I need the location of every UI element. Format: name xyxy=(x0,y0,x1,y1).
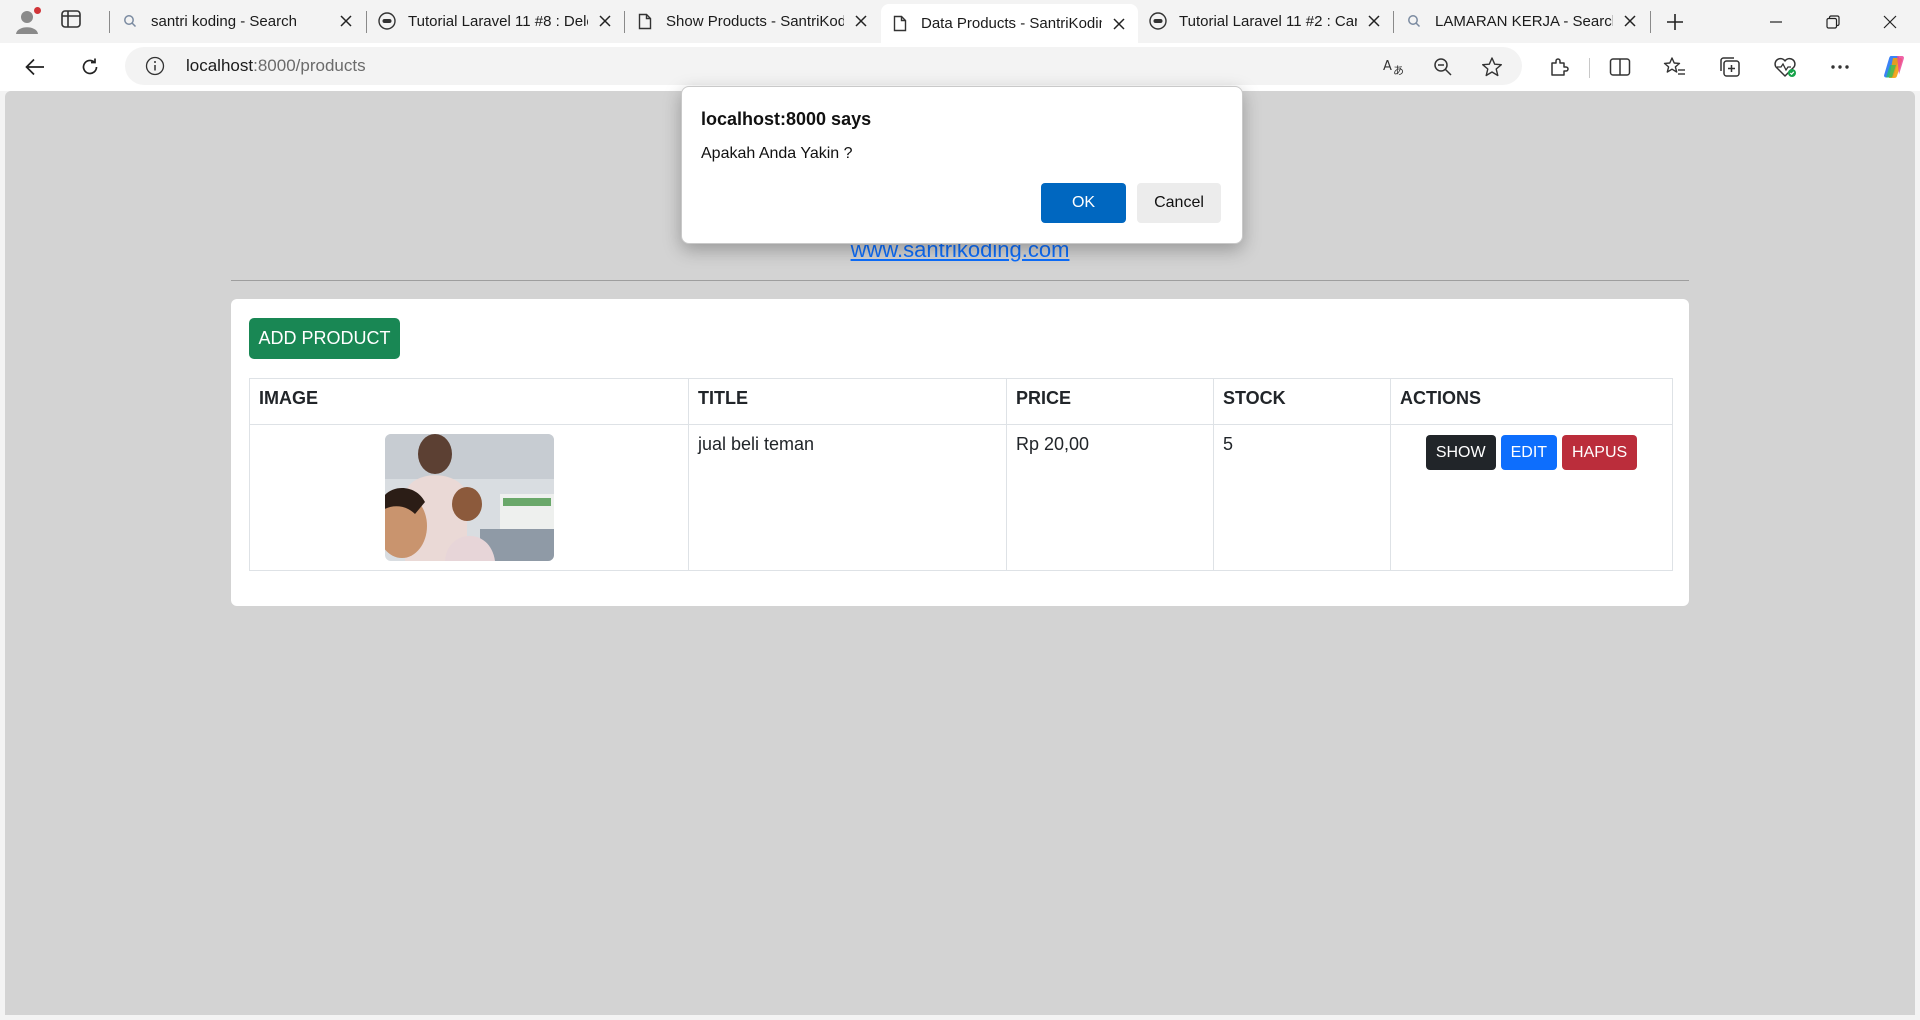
extensions-button[interactable] xyxy=(1541,49,1577,85)
favorites-button[interactable] xyxy=(1657,49,1693,85)
close-tab-icon[interactable] xyxy=(337,12,355,30)
tab-separator xyxy=(1650,11,1651,33)
minimize-icon xyxy=(1770,20,1782,23)
products-table: IMAGE TITLE PRICE STOCK ACTIONS jual bel… xyxy=(249,378,1673,571)
url-path: :8000/products xyxy=(253,56,366,75)
toolbar-separator xyxy=(1589,58,1590,78)
show-button[interactable]: SHOW xyxy=(1425,435,1496,470)
back-button[interactable] xyxy=(17,49,53,85)
cell-image xyxy=(249,424,689,571)
header-price: PRICE xyxy=(1006,378,1214,425)
divider xyxy=(231,280,1689,281)
close-icon xyxy=(1883,15,1897,28)
header-stock: STOCK xyxy=(1213,378,1391,425)
copilot-button[interactable] xyxy=(1876,49,1912,85)
tab-title: LAMARAN KERJA - Search xyxy=(1435,12,1613,30)
split-screen-button[interactable] xyxy=(1602,49,1638,85)
refresh-icon xyxy=(82,58,98,75)
profile-avatar[interactable] xyxy=(12,6,42,36)
header-image: IMAGE xyxy=(249,378,689,425)
close-tab-icon[interactable] xyxy=(1621,12,1639,30)
collections-button[interactable] xyxy=(1712,49,1748,85)
add-product-button[interactable]: ADD PRODUCT xyxy=(249,318,400,359)
address-bar[interactable]: localhost:8000/products Aあ xyxy=(125,47,1522,85)
confirm-dialog: localhost:8000 says Apakah Anda Yakin ? … xyxy=(681,86,1243,244)
tab-actions-button[interactable] xyxy=(60,9,86,33)
notification-dot xyxy=(34,7,41,14)
site-info-icon[interactable] xyxy=(145,56,165,76)
tab-strip: santri koding - Search Tutorial Laravel … xyxy=(0,0,1920,43)
tab-lamaran-search[interactable]: LAMARAN KERJA - Search xyxy=(1395,4,1649,38)
delete-button[interactable]: HAPUS xyxy=(1562,435,1638,470)
url-host: localhost xyxy=(186,56,254,75)
santrikoding-logo-icon xyxy=(1149,12,1167,30)
dialog-message: Apakah Anda Yakin ? xyxy=(701,145,853,162)
cell-price: Rp 20,00 xyxy=(1006,424,1214,571)
browser-essentials-button[interactable] xyxy=(1767,49,1803,85)
close-tab-icon[interactable] xyxy=(1110,15,1128,33)
plus-icon xyxy=(1667,14,1683,30)
browser-toolbar: localhost:8000/products Aあ xyxy=(0,43,1920,91)
svg-text:あ: あ xyxy=(1393,64,1404,76)
minimize-button[interactable] xyxy=(1748,0,1804,43)
heart-pulse-icon xyxy=(1774,57,1796,77)
restore-button[interactable] xyxy=(1805,0,1861,43)
tab-data-products[interactable]: Data Products - SantriKoding xyxy=(881,4,1138,43)
dialog-title: localhost:8000 says xyxy=(701,109,872,129)
read-aloud-icon[interactable]: Aあ xyxy=(1383,56,1405,78)
table-row: jual beli teman Rp 20,00 5 SHOW EDIT HAP… xyxy=(249,424,1673,571)
close-tab-icon[interactable] xyxy=(1365,12,1383,30)
svg-text:A: A xyxy=(1383,59,1392,74)
puzzle-icon xyxy=(1551,58,1569,76)
tab-show-products[interactable]: Show Products - SantriKoding xyxy=(626,4,880,38)
document-icon xyxy=(636,12,654,30)
tab-title: Tutorial Laravel 11 #8 : Delete xyxy=(408,12,588,30)
cell-actions: SHOW EDIT HAPUS xyxy=(1390,424,1673,571)
santrikoding-logo-icon xyxy=(378,12,396,30)
close-window-button[interactable] xyxy=(1862,0,1918,43)
favorite-star-icon[interactable] xyxy=(1481,56,1503,78)
products-card: ADD PRODUCT IMAGE TITLE PRICE STOCK ACTI… xyxy=(231,299,1689,606)
more-dots-icon xyxy=(1831,65,1849,69)
tab-title: Tutorial Laravel 11 #2 : Cara xyxy=(1179,12,1357,30)
collections-icon xyxy=(1720,57,1740,77)
row-actions: SHOW EDIT HAPUS xyxy=(1400,435,1663,470)
cancel-button[interactable]: Cancel xyxy=(1137,183,1221,223)
cell-title: jual beli teman xyxy=(688,424,1007,571)
new-tab-button[interactable] xyxy=(1661,8,1689,36)
zoom-out-icon[interactable] xyxy=(1432,56,1454,78)
tab-laravel-cara[interactable]: Tutorial Laravel 11 #2 : Cara xyxy=(1139,4,1393,38)
edit-button[interactable]: EDIT xyxy=(1500,435,1558,470)
tab-separator xyxy=(109,11,110,33)
header-actions: ACTIONS xyxy=(1390,378,1673,425)
product-image xyxy=(384,434,554,561)
close-tab-icon[interactable] xyxy=(852,12,870,30)
vertical-tabs-icon xyxy=(61,10,81,28)
search-icon xyxy=(121,12,139,30)
back-arrow-icon xyxy=(25,58,44,76)
ok-button[interactable]: OK xyxy=(1041,183,1126,223)
tab-title: santri koding - Search xyxy=(151,12,297,30)
restore-icon xyxy=(1826,14,1840,29)
tab-title: Data Products - SantriKoding xyxy=(921,15,1102,32)
close-tab-icon[interactable] xyxy=(596,12,614,30)
copilot-icon xyxy=(1884,56,1904,78)
url-text[interactable]: localhost:8000/products xyxy=(186,56,366,76)
tab-separator xyxy=(624,11,625,33)
tab-separator xyxy=(1393,11,1394,33)
favorites-list-icon xyxy=(1663,57,1685,75)
search-icon xyxy=(1405,12,1423,30)
tab-laravel-delete[interactable]: Tutorial Laravel 11 #8 : Delete xyxy=(368,4,624,38)
tab-santri-search[interactable]: santri koding - Search xyxy=(111,4,365,38)
tab-separator xyxy=(366,11,367,33)
document-icon xyxy=(891,15,909,33)
cell-stock: 5 xyxy=(1213,424,1391,571)
split-screen-icon xyxy=(1609,58,1631,76)
settings-more-button[interactable] xyxy=(1822,49,1858,85)
refresh-button[interactable] xyxy=(72,49,108,85)
tab-title: Show Products - SantriKoding xyxy=(666,12,844,30)
table-header-row: IMAGE TITLE PRICE STOCK ACTIONS xyxy=(249,378,1673,425)
header-title: TITLE xyxy=(688,378,1007,425)
